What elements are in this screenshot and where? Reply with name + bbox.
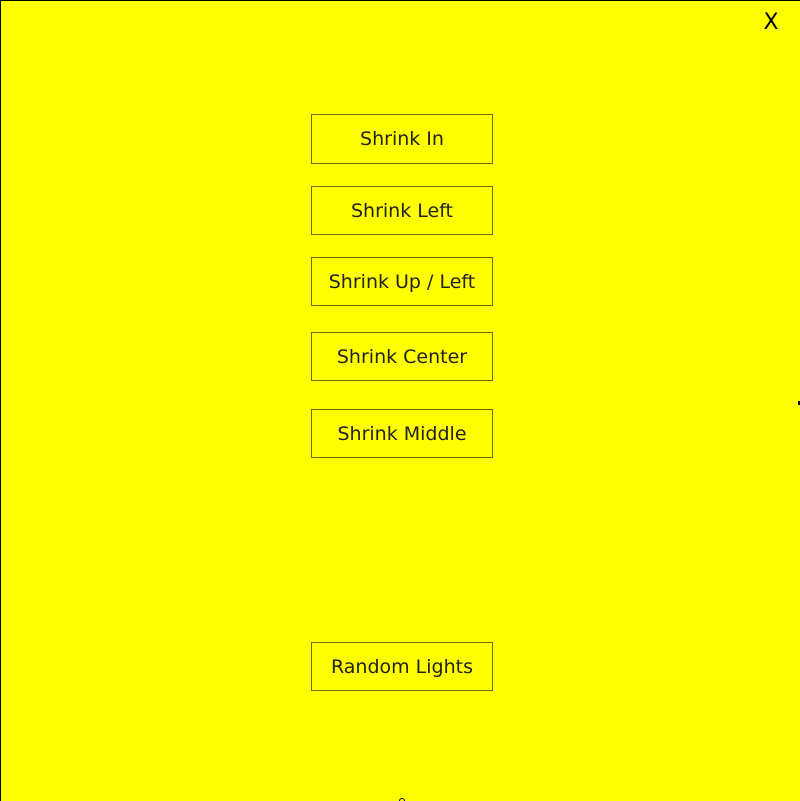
app-window: X Shrink In Shrink Left Shrink Up / Left… (0, 0, 800, 801)
shrink-left-button[interactable]: Shrink Left (311, 186, 493, 235)
close-button[interactable]: X (761, 11, 781, 35)
random-lights-button[interactable]: Random Lights (311, 642, 493, 691)
shrink-center-button[interactable]: Shrink Center (311, 332, 493, 381)
shrink-in-button[interactable]: Shrink In (311, 114, 493, 164)
shrink-middle-button[interactable]: Shrink Middle (311, 409, 493, 458)
shrink-up-left-button[interactable]: Shrink Up / Left (311, 257, 493, 306)
